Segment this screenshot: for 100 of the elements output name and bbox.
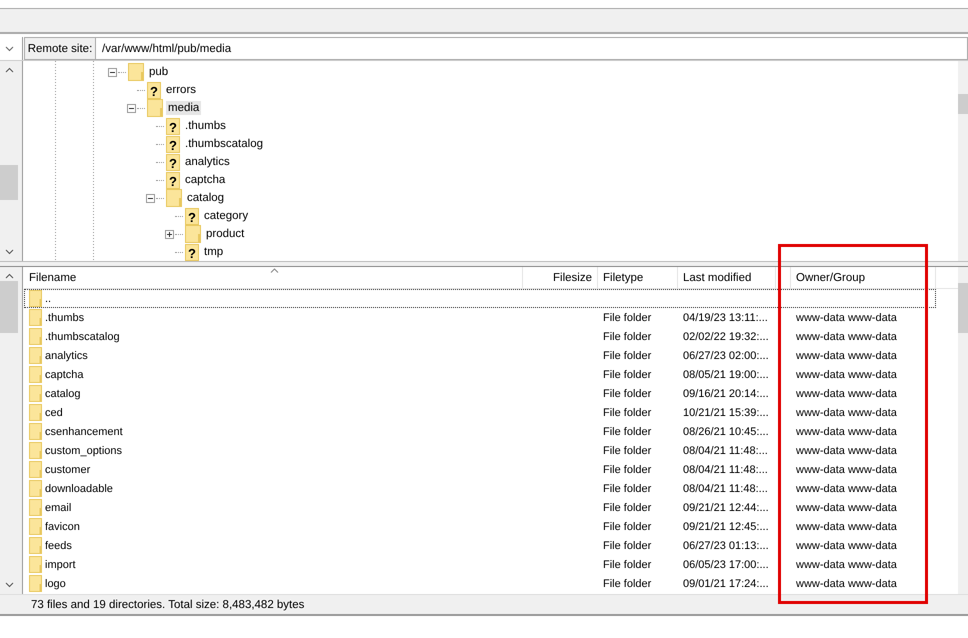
modified-date: 09/16/21 20:14:... bbox=[683, 388, 769, 400]
folder-icon bbox=[166, 189, 182, 207]
scroll-thumb[interactable] bbox=[958, 94, 968, 114]
tree-item[interactable]: captcha bbox=[183, 173, 228, 187]
modified-date: 06/05/23 17:00:... bbox=[683, 558, 769, 570]
file-row[interactable]: logo File folder 09/01/21 17:24:... www-data www-data bbox=[24, 574, 936, 593]
unknown-folder-icon: ? bbox=[185, 208, 199, 224]
unknown-folder-icon: ? bbox=[166, 172, 180, 188]
file-type: File folder bbox=[603, 520, 652, 532]
file-row[interactable]: customer File folder 08/04/21 11:48:... www-data www-data bbox=[24, 460, 936, 479]
scroll-thumb[interactable] bbox=[958, 283, 968, 333]
folder-icon bbox=[29, 404, 42, 421]
file-name[interactable]: logo bbox=[45, 578, 66, 590]
unknown-folder-icon: ? bbox=[147, 82, 161, 98]
owner-group: www-data www-data bbox=[796, 312, 897, 324]
file-name[interactable]: customer bbox=[45, 464, 90, 476]
file-name[interactable]: captcha bbox=[45, 368, 84, 380]
file-name[interactable]: .thumbscatalog bbox=[45, 330, 120, 342]
column-header[interactable]: Filetype bbox=[598, 267, 678, 288]
file-row[interactable]: import File folder 06/05/23 17:00:... www-data www-data bbox=[24, 555, 936, 574]
file-name[interactable]: analytics bbox=[45, 350, 88, 362]
owner-group: www-data www-data bbox=[796, 330, 897, 342]
column-header[interactable]: Filename bbox=[24, 267, 523, 288]
file-row[interactable]: catalog File folder 09/16/21 20:14:... www-data www-data bbox=[24, 384, 936, 403]
folder-icon bbox=[29, 442, 42, 459]
scrollbar[interactable] bbox=[0, 267, 22, 594]
file-name[interactable]: csenhancement bbox=[45, 426, 123, 438]
owner-group: www-data www-data bbox=[796, 426, 897, 438]
owner-group: www-data www-data bbox=[796, 406, 897, 418]
tree-item[interactable]: .thumbs bbox=[183, 119, 228, 133]
file-row[interactable]: feeds File folder 06/27/23 01:13:... www-data www-data bbox=[24, 536, 936, 555]
tree-item[interactable]: product bbox=[204, 227, 246, 241]
modified-date: 08/04/21 11:48:... bbox=[683, 444, 768, 456]
scroll-thumb[interactable] bbox=[0, 165, 18, 200]
file-name[interactable]: feeds bbox=[45, 540, 72, 552]
file-row[interactable]: csenhancement File folder 08/26/21 10:45:... www-data www-data bbox=[24, 422, 936, 441]
modified-date: 06/27/23 01:13:... bbox=[683, 540, 769, 552]
owner-group: www-data www-data bbox=[796, 464, 897, 476]
file-type: File folder bbox=[603, 330, 652, 342]
remote-site-label: Remote site: bbox=[24, 37, 96, 60]
column-header[interactable]: Filesize bbox=[523, 267, 598, 288]
column-header[interactable]: Last modified bbox=[678, 267, 776, 288]
tree-item[interactable]: pub bbox=[147, 65, 170, 79]
collapse-icon[interactable] bbox=[108, 68, 117, 76]
file-row[interactable]: .thumbs File folder 04/19/23 13:11:... www-data www-data bbox=[24, 308, 936, 327]
scrollbar[interactable] bbox=[0, 61, 22, 261]
file-type: File folder bbox=[603, 558, 652, 570]
file-row[interactable]: email File folder 09/21/21 12:44:... www-data www-data bbox=[24, 498, 936, 517]
collapse-icon[interactable] bbox=[146, 194, 155, 202]
tree-item[interactable]: .thumbscatalog bbox=[183, 137, 265, 151]
modified-date: 08/04/21 11:48:... bbox=[683, 482, 768, 494]
folder-icon bbox=[185, 225, 201, 243]
file-name[interactable]: catalog bbox=[45, 388, 80, 400]
tree-item[interactable]: category bbox=[202, 209, 250, 223]
file-row[interactable]: favicon File folder 09/21/21 12:45:... www-data www-data bbox=[24, 517, 936, 536]
scroll-up-icon[interactable] bbox=[4, 67, 14, 73]
tree-item[interactable]: catalog bbox=[185, 191, 226, 205]
scrollbar[interactable] bbox=[958, 267, 968, 594]
collapse-icon[interactable] bbox=[127, 104, 136, 112]
file-row[interactable]: .thumbscatalog File folder 02/02/22 19:32:... www-data www-data bbox=[24, 327, 936, 346]
file-name[interactable]: .. bbox=[45, 292, 52, 304]
tree-item[interactable]: media bbox=[166, 101, 202, 115]
file-row[interactable]: analytics File folder 06/27/23 02:00:... www-data www-data bbox=[24, 346, 936, 365]
owner-group: www-data www-data bbox=[796, 350, 897, 362]
scrollbar[interactable] bbox=[958, 61, 968, 261]
scroll-down-icon[interactable] bbox=[4, 582, 14, 588]
scroll-thumb[interactable] bbox=[0, 281, 18, 333]
file-type: File folder bbox=[603, 368, 652, 380]
file-type: File folder bbox=[603, 540, 652, 552]
unknown-folder-icon: ? bbox=[166, 136, 180, 152]
modified-date: 08/26/21 10:45:... bbox=[683, 426, 769, 438]
modified-date: 10/21/21 15:39:... bbox=[683, 406, 769, 418]
file-row[interactable]: downloadable File folder 08/04/21 11:48:... www-data www-data bbox=[24, 479, 936, 498]
file-name[interactable]: downloadable bbox=[45, 482, 113, 494]
expand-icon[interactable] bbox=[165, 230, 174, 238]
scroll-up-icon[interactable] bbox=[4, 273, 14, 279]
sort-ascending-icon bbox=[270, 268, 279, 273]
file-row[interactable]: .. bbox=[24, 289, 936, 308]
modified-date: 06/27/23 02:00:... bbox=[683, 350, 769, 362]
tree-item[interactable]: tmp bbox=[202, 245, 226, 259]
file-row[interactable]: custom_options File folder 08/04/21 11:48:... www-data www-data bbox=[24, 441, 936, 460]
pane-splitter[interactable] bbox=[0, 261, 968, 267]
tree-item[interactable]: errors bbox=[164, 83, 198, 97]
file-row[interactable]: ced File folder 10/21/21 15:39:... www-data www-data bbox=[24, 403, 936, 422]
column-header[interactable]: Owner/Group bbox=[791, 267, 936, 288]
file-name[interactable]: custom_options bbox=[45, 444, 122, 456]
file-name[interactable]: import bbox=[45, 558, 76, 570]
file-name[interactable]: .thumbs bbox=[45, 312, 84, 324]
file-row[interactable]: captcha File folder 08/05/21 19:00:... www-data www-data bbox=[24, 365, 936, 384]
remote-path-field[interactable]: /var/www/html/pub/media bbox=[96, 37, 968, 60]
tree-item[interactable]: analytics bbox=[183, 155, 232, 169]
owner-group: www-data www-data bbox=[796, 558, 897, 570]
file-name[interactable]: favicon bbox=[45, 520, 80, 532]
owner-group: www-data www-data bbox=[796, 482, 897, 494]
folder-icon bbox=[29, 328, 42, 345]
file-name[interactable]: ced bbox=[45, 406, 63, 418]
unknown-folder-icon: ? bbox=[185, 244, 199, 260]
file-name[interactable]: email bbox=[45, 502, 72, 514]
scroll-down-icon[interactable] bbox=[4, 249, 14, 255]
dropdown-icon[interactable] bbox=[4, 46, 14, 52]
